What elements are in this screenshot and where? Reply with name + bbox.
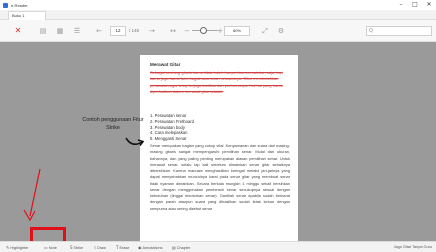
search-input[interactable]: Q (366, 26, 432, 36)
tab-bar: Buku 1 (0, 10, 436, 20)
section-heading: Merawat Gitar (150, 62, 181, 67)
strike-icon: S (70, 245, 73, 250)
pointer-arrow-icon (23, 168, 41, 222)
close-window-button[interactable]: ✕ (424, 0, 434, 10)
tab-buku-1[interactable]: Buku 1 (8, 11, 46, 20)
list-item: 5. Mengganti Senar (150, 136, 187, 142)
annotation-label: Contoh penggunaan Fitur Strike (82, 117, 144, 131)
draw-tool[interactable]: ⌇Draw (94, 242, 106, 252)
maximize-button[interactable]: □ (410, 0, 420, 10)
highlighter-icon: ✎ (6, 245, 10, 250)
app-logo-icon (3, 2, 8, 8)
maintenance-list: 1. Perawatan senar 2. Perawatan Fretboar… (150, 113, 194, 142)
highlighter-tool[interactable]: ✎Highlighter (6, 242, 29, 252)
annotations-icon: ◉ (138, 245, 142, 250)
window-title: e-Reader (11, 2, 28, 8)
zoom-slider-handle[interactable] (200, 27, 207, 34)
note-label: Note (48, 246, 57, 250)
note-tool[interactable]: ▭Note (44, 242, 57, 252)
zoom-out-button[interactable]: − (183, 25, 191, 37)
struck-paragraph[interactable]: Sebagai seorang gitaris kamu tidak boleh… (150, 70, 290, 96)
note-icon: ▭ (44, 245, 48, 250)
list-item: 2. Perawatan Fretboard (150, 118, 194, 124)
zoom-level[interactable]: 80% (224, 26, 250, 36)
chapter-label: Chapter (176, 246, 191, 250)
annotations-tool[interactable]: ◉Annotations (138, 242, 163, 252)
search-icon: Q (369, 28, 373, 34)
ereader-window: { "window": { "title": "e-Reader", "mini… (0, 0, 436, 252)
draw-icon: ⌇ (94, 245, 96, 250)
grid-view-icon[interactable]: ▦ (55, 25, 65, 37)
previous-page-button[interactable]: ← (94, 25, 104, 37)
erase-tool[interactable]: TErase (116, 242, 129, 252)
annotation-toolbar: ✎Highlighter ▭Note SStrike ⌇Draw TErase … (0, 241, 436, 252)
strike-tool[interactable]: SStrike (70, 242, 83, 252)
title-bar: e-Reader – □ ✕ (0, 0, 436, 10)
page-number-input[interactable]: 12 (110, 26, 126, 36)
page-count: / 148 (129, 28, 140, 33)
highlighter-label: Highlighter (10, 246, 29, 250)
draw-label: Draw (96, 246, 106, 250)
curved-arrow-icon (125, 137, 145, 146)
chapter-icon: ▤ (172, 245, 176, 250)
strike-label: Strike (73, 246, 84, 250)
bookmarks-icon[interactable]: ☰ (72, 25, 82, 37)
close-book-button[interactable]: ✕ (13, 25, 23, 37)
erase-label: Erase (119, 246, 130, 250)
document-page: Merawat Gitar Sebagai seorang gitaris ka… (140, 55, 298, 241)
next-page-button[interactable]: → (147, 25, 157, 37)
table-of-contents-icon[interactable]: ▤ (38, 25, 48, 37)
annotations-label: Annotations (142, 246, 163, 250)
body-paragraph[interactable]: Senar merupakan bagian yang cukup vital.… (150, 143, 290, 212)
chapter-tool[interactable]: ▤Chapter (172, 242, 190, 252)
zoom-in-button[interactable]: + (216, 25, 224, 37)
fit-width-icon[interactable]: ↔ (168, 25, 178, 37)
minimize-button[interactable]: – (396, 0, 406, 10)
settings-icon[interactable]: ⚙ (276, 25, 286, 37)
toolbar: ✕ ▤ ▦ ☰ ← 12 / 148 → ↔ − + 80% ⤢ ⚙ Q (0, 20, 436, 42)
book-title: Jago Gitar Tanpa Guru (393, 245, 432, 249)
fullscreen-icon[interactable]: ⤢ (260, 25, 270, 37)
